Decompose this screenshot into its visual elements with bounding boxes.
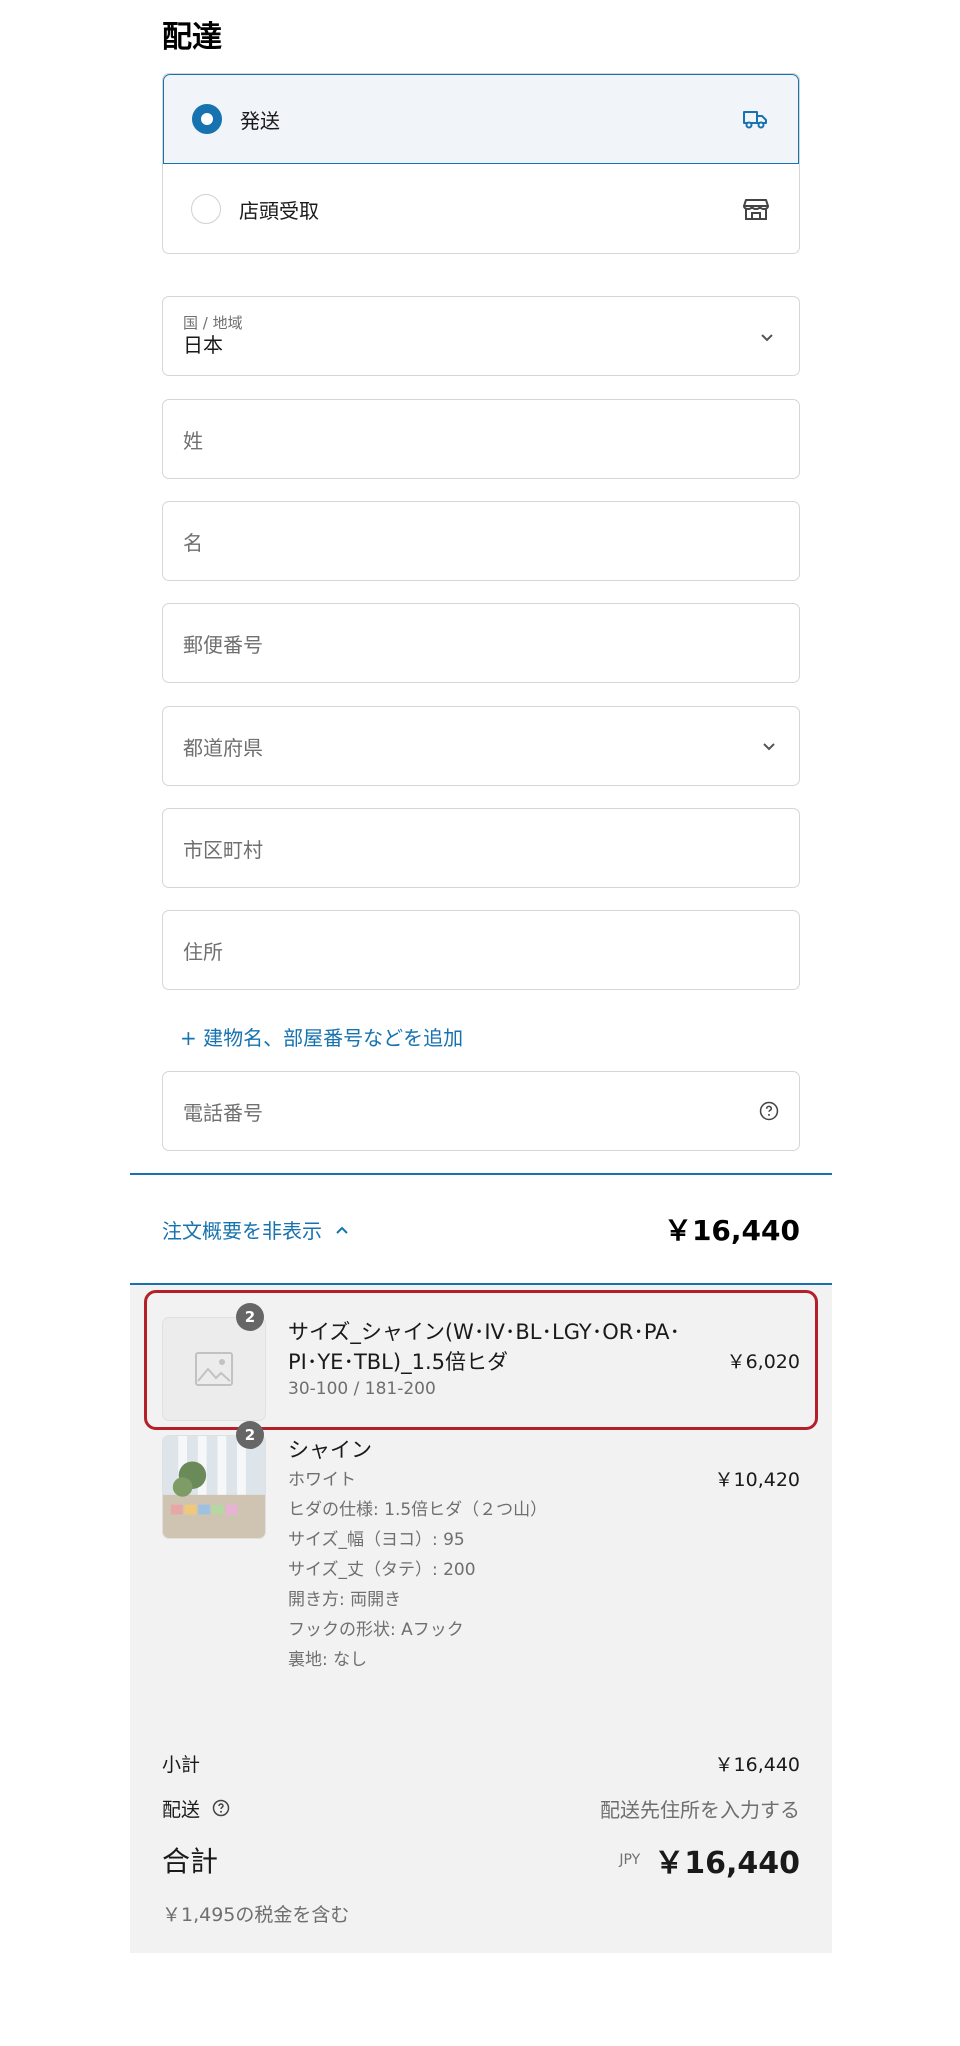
chevron-down-icon: [759, 736, 779, 756]
subtotal-label: 小計: [162, 1754, 201, 1776]
city-placeholder: 市区町村: [183, 837, 263, 862]
image-placeholder-icon: [162, 1317, 266, 1421]
item-price: ￥6,020: [726, 1351, 800, 1373]
last-name-input[interactable]: 姓: [162, 399, 800, 479]
item-info: サイズ_シャイン(W･IV･BL･LGY･OR･PA･ PI･YE･TBL)_1…: [288, 1317, 688, 1401]
item-price: ￥10,420: [714, 1469, 800, 1491]
prefecture-select[interactable]: 都道府県: [162, 706, 800, 786]
country-label: 国 / 地域: [183, 314, 243, 332]
help-icon[interactable]: [212, 1799, 230, 1822]
item-property: ホワイト: [288, 1470, 356, 1490]
subtotal-row: 小計 ￥16,440: [162, 1750, 800, 1777]
address-placeholder: 住所: [183, 939, 223, 964]
shipping-row: 配送 配送先住所を入力する: [162, 1794, 800, 1823]
order-summary-toggle[interactable]: 注文概要を非表示 ￥16,440: [130, 1173, 832, 1285]
country-value: 日本: [183, 333, 223, 357]
subtotal-value: ￥16,440: [714, 1754, 800, 1776]
shipping-label: 配送: [162, 1799, 201, 1821]
summary-toggle-total: ￥16,440: [663, 1214, 800, 1247]
delivery-method-pickup[interactable]: 店頭受取: [163, 164, 799, 253]
quantity-badge: 2: [236, 1303, 264, 1331]
add-address-line-link[interactable]: + 建物名、部屋番号などを追加: [180, 1022, 463, 1051]
delivery-method-ship[interactable]: 発送: [163, 74, 799, 164]
item-variant: 30-100 / 181-200: [288, 1379, 436, 1399]
prefecture-placeholder: 都道府県: [183, 735, 263, 760]
chevron-up-icon: [334, 1217, 350, 1241]
delivery-method-group: 発送 店頭受取: [162, 73, 800, 254]
product-image: [162, 1435, 266, 1539]
total-row: 合計 JPY ￥16,440: [162, 1838, 800, 1882]
method-label-pickup: 店頭受取: [239, 198, 319, 223]
summary-toggle-label-wrap: 注文概要を非表示: [162, 1215, 664, 1244]
postal-code-input[interactable]: 郵便番号: [162, 603, 800, 683]
store-icon: [741, 194, 771, 224]
total-value: ￥16,440: [654, 1846, 800, 1881]
radio-pickup[interactable]: [191, 194, 221, 224]
city-input[interactable]: 市区町村: [162, 808, 800, 888]
item-info: シャイン ホワイト ヒダの仕様: 1.5倍ヒダ（２つ山） サイズ_幅（ヨコ）: …: [288, 1435, 688, 1675]
phone-placeholder: 電話番号: [183, 1100, 263, 1125]
country-select[interactable]: 国 / 地域 日本: [162, 296, 800, 376]
help-icon[interactable]: [759, 1101, 779, 1121]
address-input[interactable]: 住所: [162, 910, 800, 990]
item-property: サイズ_幅（ヨコ）: 95: [288, 1530, 465, 1550]
currency-code: JPY: [619, 1852, 641, 1868]
shipping-value: 配送先住所を入力する: [600, 1798, 800, 1822]
section-title: 配達: [162, 20, 222, 55]
order-summary-panel: 2 サイズ_シャイン(W･IV･BL･LGY･OR･PA･ PI･YE･TBL)…: [130, 1285, 832, 1953]
radio-ship[interactable]: [192, 104, 222, 134]
chevron-down-icon: [757, 327, 777, 347]
item-property: サイズ_丈（タテ）: 200: [288, 1560, 476, 1580]
phone-input[interactable]: 電話番号: [162, 1071, 800, 1151]
item-name: シャイン: [288, 1438, 372, 1462]
first-name-input[interactable]: 名: [162, 501, 800, 581]
item-property: 開き方: 両開き: [288, 1590, 402, 1610]
first-name-placeholder: 名: [183, 530, 203, 555]
total-label: 合計: [162, 1845, 219, 1878]
method-label-ship: 発送: [240, 108, 280, 133]
truck-icon: [740, 104, 770, 134]
shipping-label-wrap: 配送: [162, 1795, 600, 1822]
tax-note: ￥1,495の税金を含む: [162, 1904, 350, 1926]
item-property: ヒダの仕様: 1.5倍ヒダ（２つ山）: [288, 1500, 548, 1520]
quantity-badge: 2: [236, 1421, 264, 1449]
postal-code-placeholder: 郵便番号: [183, 632, 263, 657]
last-name-placeholder: 姓: [183, 428, 203, 453]
item-name-line1: サイズ_シャイン(W･IV･BL･LGY･OR･PA･: [288, 1320, 681, 1344]
item-property: 裏地: なし: [288, 1650, 368, 1670]
item-name-line2: PI･YE･TBL)_1.5倍ヒダ: [288, 1350, 508, 1374]
item-property: フックの形状: Aフック: [288, 1620, 464, 1640]
summary-toggle-label: 注文概要を非表示: [162, 1218, 322, 1243]
